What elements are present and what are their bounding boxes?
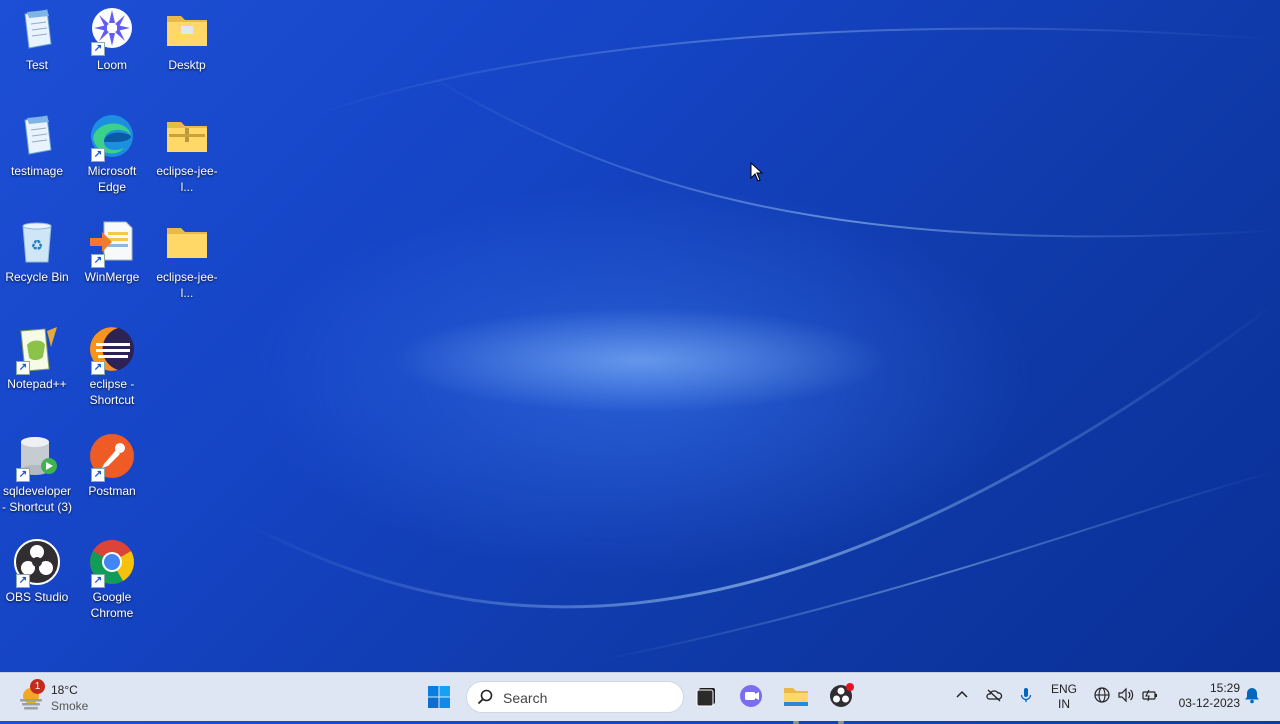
bell-icon (1245, 688, 1259, 704)
weather-temperature: 18°C (51, 683, 78, 697)
desktop-icon-test[interactable]: Test (0, 6, 74, 73)
desktop-icon-label: eclipse-jee-l... (156, 164, 218, 194)
desktop-icon-microsoft-edge[interactable]: ↗ Microsoft Edge (75, 112, 149, 195)
terminal-icon (696, 688, 715, 707)
taskbar-terminal-button[interactable] (690, 680, 722, 712)
svg-text:♻: ♻ (31, 238, 44, 254)
desktop-icon-desktp[interactable]: Desktp (150, 6, 224, 73)
desktop-icon-google-chrome[interactable]: ↗ Google Chrome (75, 538, 149, 621)
desktop-icon-eclipse-shortcut[interactable]: ↗ eclipse - Shortcut (75, 325, 149, 408)
desktop-icon-notepad-plus-plus[interactable]: ↗ Notepad++ (0, 325, 74, 392)
notification-badge: 1 (30, 679, 45, 694)
edge-icon: ↗ (88, 112, 136, 162)
taskbar-search[interactable] (466, 681, 684, 713)
desktop-icon-loom[interactable]: ↗ Loom (75, 6, 149, 73)
notepad-file-icon (13, 6, 61, 54)
shortcut-arrow-icon: ↗ (91, 254, 105, 268)
cloud-offline-icon (986, 689, 1003, 702)
clock-date: 03-12-2023 (1178, 696, 1240, 710)
desktop-icon-label: sqldeveloper - Shortcut (3) (1, 484, 73, 514)
desktop-icon-label: Desktp (168, 58, 206, 72)
weather-widget[interactable]: 1 18°C Smoke (18, 679, 138, 715)
volume-tray-button[interactable] (1117, 686, 1135, 704)
notifications-button[interactable] (1243, 686, 1261, 704)
desktop-icon-label: Google Chrome (90, 590, 134, 620)
obs-studio-icon (830, 683, 854, 707)
desktop: Test ↗ Loom Desktp testimage ↗ Microsoft… (0, 0, 1280, 672)
recycle-bin-icon: ♻ (13, 218, 61, 266)
battery-tray-button[interactable] (1141, 686, 1159, 704)
speaker-icon (1118, 687, 1134, 703)
shortcut-arrow-icon: ↗ (16, 361, 30, 375)
onedrive-tray-button[interactable] (985, 686, 1003, 704)
desktop-icon-label: Microsoft Edge (87, 164, 137, 194)
chevron-up-icon (956, 690, 968, 698)
desktop-icon-label: Test (25, 58, 48, 72)
teams-meet-icon (740, 685, 762, 707)
language-region: IN (1058, 697, 1070, 711)
desktop-icon-postman[interactable]: ↗ Postman (75, 432, 149, 499)
desktop-icon-eclipse-jee-zip[interactable]: eclipse-jee-l... (150, 112, 224, 195)
obs-studio-icon: ↗ (13, 538, 61, 588)
input-language-indicator[interactable]: ENG IN (1050, 682, 1078, 712)
desktop-icon-label: Recycle Bin (5, 270, 69, 284)
loom-icon: ↗ (88, 6, 136, 56)
shortcut-arrow-icon: ↗ (91, 361, 105, 375)
desktop-icon-label: WinMerge (84, 270, 140, 284)
shortcut-arrow-icon: ↗ (91, 148, 105, 162)
shortcut-arrow-icon: ↗ (16, 574, 30, 588)
desktop-icon-winmerge[interactable]: ↗ WinMerge (75, 218, 149, 285)
search-icon (477, 689, 493, 705)
globe-icon (1094, 687, 1110, 703)
shortcut-arrow-icon: ↗ (91, 574, 105, 588)
network-tray-button[interactable] (1093, 686, 1111, 704)
eclipse-icon: ↗ (88, 325, 136, 375)
chrome-icon: ↗ (88, 538, 136, 588)
winmerge-icon: ↗ (88, 218, 136, 268)
shortcut-arrow-icon: ↗ (91, 42, 105, 56)
desktop-icon-testimage[interactable]: testimage (0, 112, 74, 179)
zip-folder-icon (163, 112, 211, 160)
desktop-icon-label: OBS Studio (5, 590, 69, 604)
mouse-cursor-icon (750, 162, 764, 182)
taskbar-obs-button[interactable] (825, 680, 857, 724)
microphone-icon (1020, 688, 1032, 702)
desktop-icon-label: eclipse - Shortcut (89, 377, 135, 407)
taskbar-file-explorer-button[interactable] (780, 680, 812, 724)
battery-charging-icon (1142, 689, 1157, 702)
taskbar-meet-button[interactable] (736, 680, 768, 712)
folder-icon (163, 6, 211, 54)
language-code: ENG (1050, 682, 1077, 696)
desktop-icon-label: eclipse-jee-l... (156, 270, 218, 300)
microphone-tray-button[interactable] (1017, 686, 1035, 704)
desktop-icon-recycle-bin[interactable]: ♻ Recycle Bin (0, 218, 74, 285)
postman-icon: ↗ (88, 432, 136, 482)
shortcut-arrow-icon: ↗ (91, 468, 105, 482)
taskbar-clock[interactable]: 15:29 03-12-2023 (1168, 681, 1240, 711)
desktop-icon-eclipse-jee-folder[interactable]: eclipse-jee-l... (150, 218, 224, 301)
windows-start-icon (428, 686, 450, 708)
show-hidden-icons-button[interactable] (953, 686, 971, 704)
weather-condition: Smoke (51, 699, 89, 713)
notepad-file-icon (13, 112, 61, 160)
desktop-icon-label: testimage (10, 164, 64, 178)
start-button[interactable] (423, 681, 455, 713)
desktop-icon-obs-studio[interactable]: ↗ OBS Studio (0, 538, 74, 605)
desktop-icon-label: Postman (88, 484, 136, 498)
desktop-icon-label: Loom (96, 58, 128, 72)
shortcut-arrow-icon: ↗ (16, 468, 30, 482)
clock-time: 15:29 (1209, 681, 1240, 695)
desktop-icon-label: Notepad++ (7, 377, 67, 391)
desktop-icon-sqldeveloper[interactable]: ↗ sqldeveloper - Shortcut (3) (0, 432, 74, 515)
notepad-plus-plus-icon: ↗ (13, 325, 61, 375)
folder-icon (163, 218, 211, 266)
sqldeveloper-icon: ↗ (13, 432, 61, 482)
search-input[interactable] (501, 686, 675, 710)
file-explorer-icon (784, 688, 808, 706)
